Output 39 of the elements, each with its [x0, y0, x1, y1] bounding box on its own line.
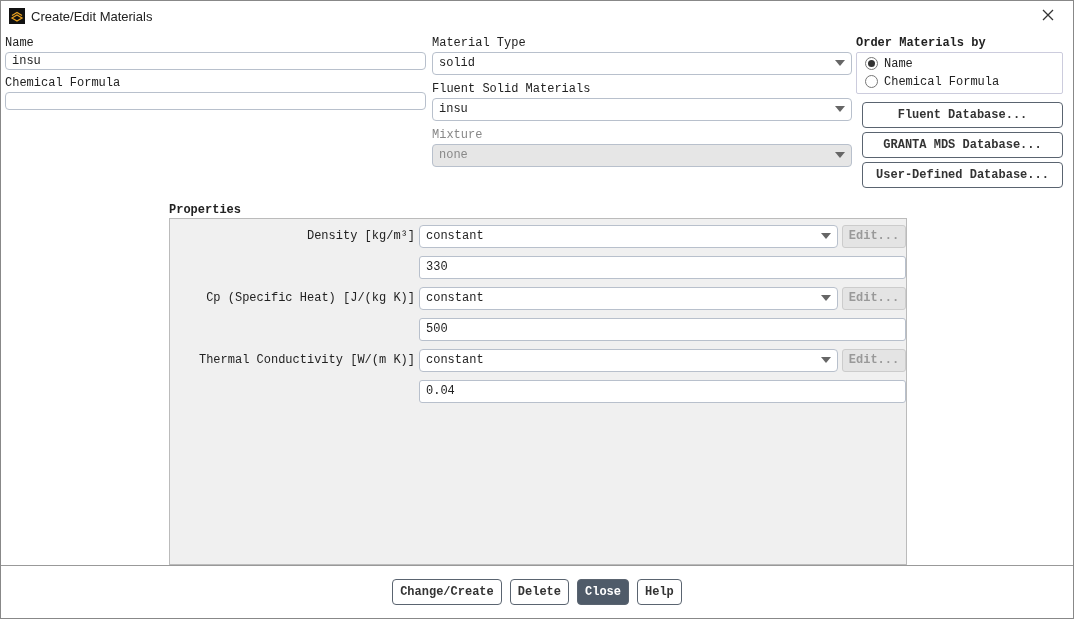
section-title: Properties: [169, 201, 242, 218]
dropdown[interactable]: constant: [419, 348, 838, 372]
dropdown[interactable]: solid: [432, 51, 852, 75]
property-label: Cp (Specific Heat) [J/(kg K)]: [205, 290, 415, 308]
action-button[interactable]: Change/Create: [392, 578, 502, 605]
property-label: Density [kg/m³]: [305, 228, 415, 246]
dropdown[interactable]: constant: [419, 224, 838, 248]
dropdown: none: [432, 143, 852, 167]
dropdown-arrow-icon: [835, 106, 845, 113]
action-button[interactable]: Delete: [509, 578, 569, 605]
field-label: Mixture: [432, 126, 484, 144]
formula-field[interactable]: [5, 91, 426, 110]
dropdown-arrow-icon: [821, 295, 831, 302]
field-label: Chemical Formula: [5, 74, 122, 92]
radio-option[interactable]: Name: [865, 54, 1054, 73]
database-button[interactable]: Fluent Database...: [862, 101, 1063, 128]
database-button[interactable]: User-Defined Database...: [862, 161, 1063, 188]
group-title: Order Materials by: [856, 34, 987, 52]
action-button[interactable]: Close: [577, 578, 629, 605]
dropdown-arrow-icon: [821, 357, 831, 364]
value-field[interactable]: 0.04: [419, 379, 906, 403]
app-logo-icon: [9, 8, 25, 25]
dropdown[interactable]: constant: [419, 286, 838, 310]
dropdown-arrow-icon: [835, 60, 845, 67]
radio-option[interactable]: Chemical Formula: [865, 72, 1054, 91]
close-icon: [1042, 9, 1054, 22]
dropdown[interactable]: insu: [432, 97, 852, 121]
field-label: Material Type: [432, 34, 527, 52]
value-field[interactable]: 330: [419, 255, 906, 279]
window-title: Create/Edit Materials: [31, 7, 153, 26]
dropdown-arrow-icon: [835, 152, 845, 159]
dropdown-arrow-icon: [821, 233, 831, 240]
field-label: Fluent Solid Materials: [432, 80, 592, 98]
property-label: Thermal Conductivity [W/(m K)]: [197, 352, 415, 370]
action-button[interactable]: Help: [637, 578, 682, 605]
field-label: Name: [5, 34, 35, 52]
database-button[interactable]: GRANTA MDS Database...: [862, 131, 1063, 158]
value-field[interactable]: 500: [419, 317, 906, 341]
name-field[interactable]: insu: [5, 51, 426, 70]
